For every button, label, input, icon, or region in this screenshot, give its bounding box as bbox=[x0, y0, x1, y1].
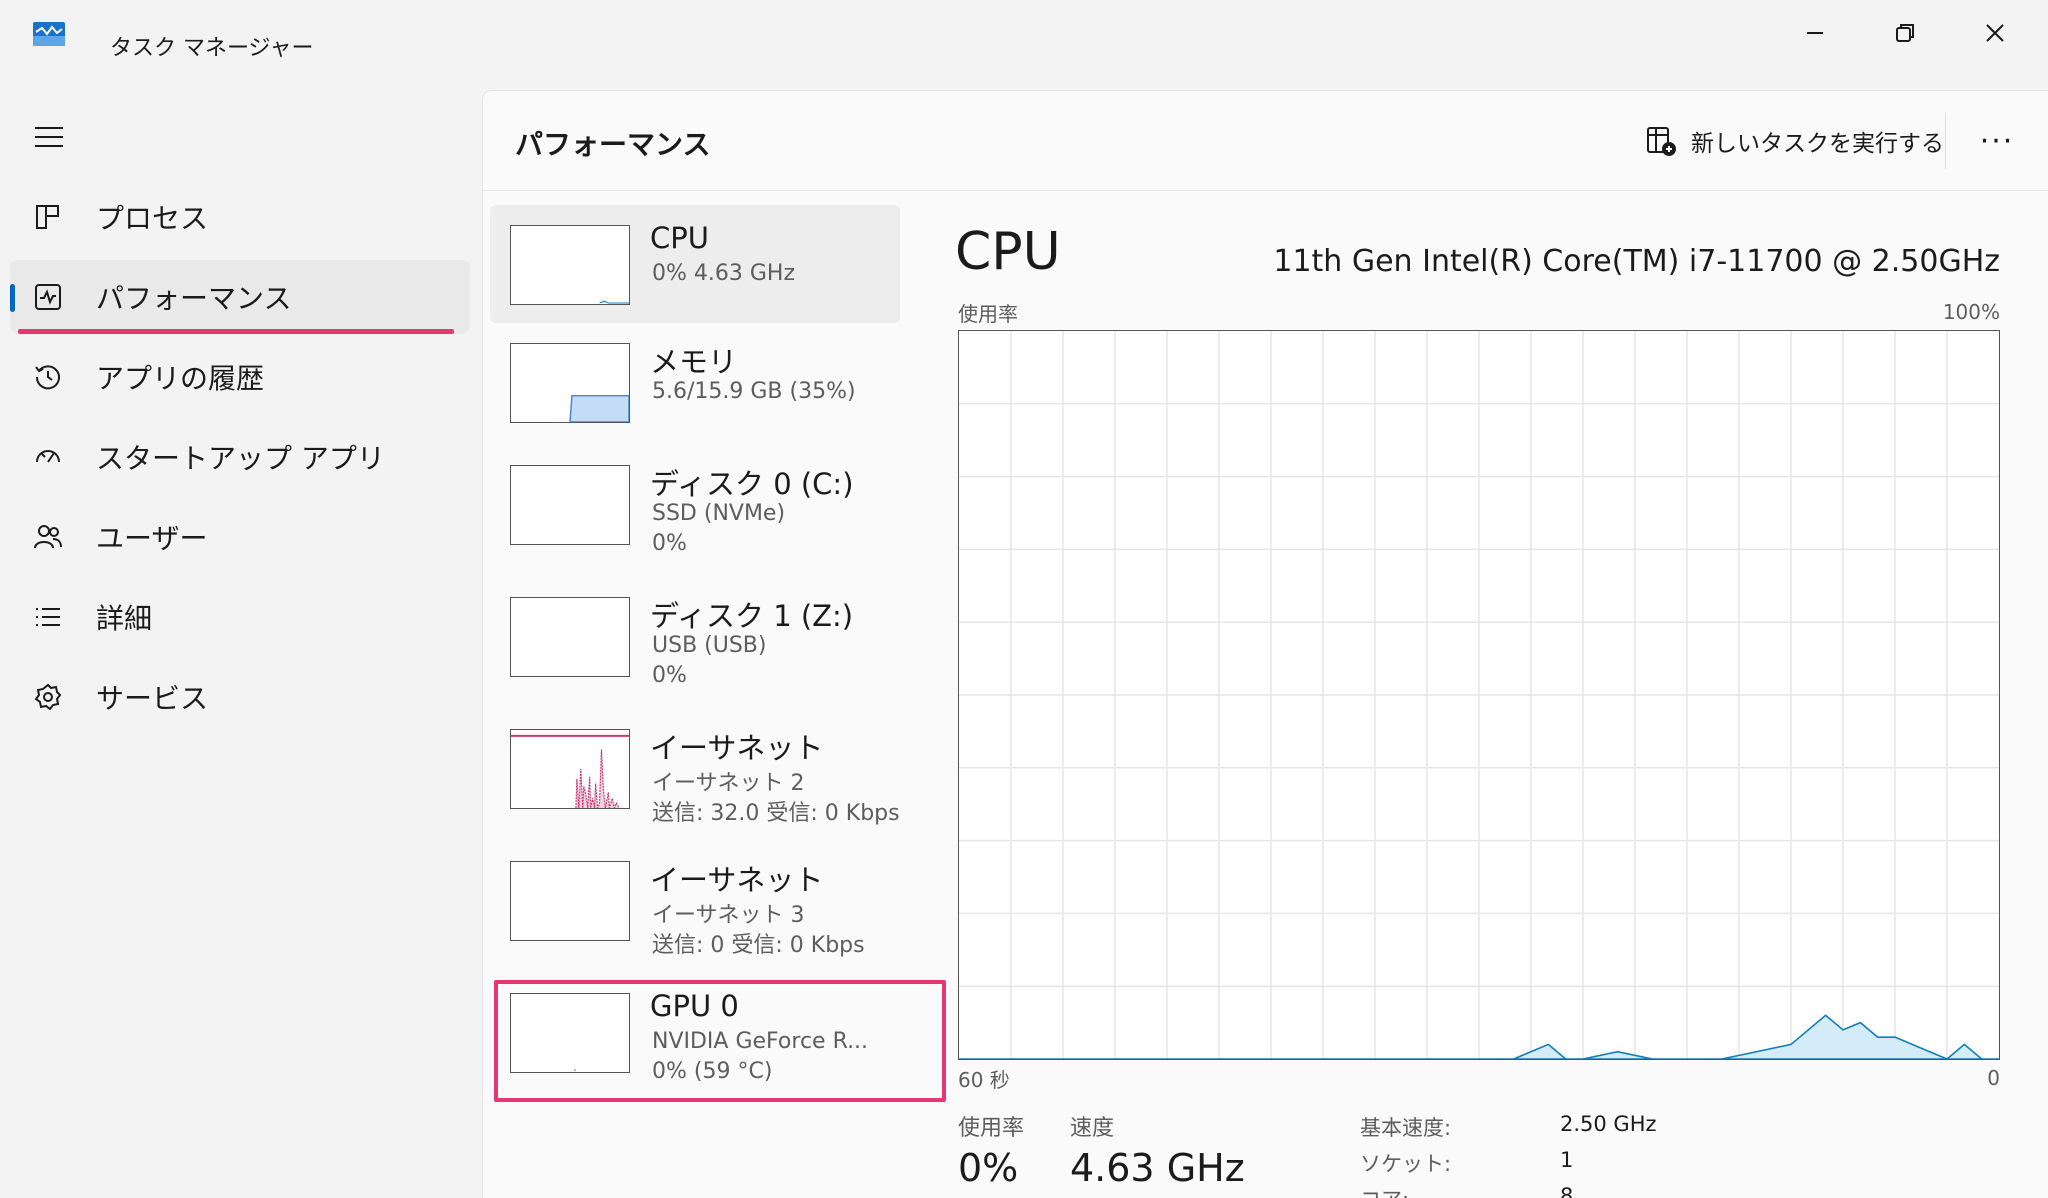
disk-0-thumbnail-graph bbox=[510, 465, 630, 545]
sidebar-item-services[interactable]: サービス bbox=[10, 660, 470, 734]
resource-item-memory[interactable]: メモリ 5.6/15.9 GB (35%) bbox=[490, 323, 900, 441]
base-speed-value: 2.50 GHz bbox=[1560, 1112, 1657, 1136]
menu-toggle-button[interactable] bbox=[28, 120, 70, 154]
main-header: パフォーマンス 新しいタスクを実行する ··· bbox=[483, 91, 2048, 191]
sockets-label: ソケット: bbox=[1360, 1152, 1452, 1176]
gpu-annotation-box bbox=[494, 980, 946, 1102]
resource-name: ディスク 0 (C:) bbox=[650, 467, 854, 501]
resource-item-ethernet-3[interactable]: イーサネット イーサネット 3 送信: 0 受信: 0 Kbps bbox=[490, 841, 900, 959]
resource-name: イーサネット bbox=[650, 863, 824, 897]
resource-detail: 送信: 0 受信: 0 Kbps bbox=[652, 933, 865, 958]
memory-thumbnail-graph bbox=[510, 343, 630, 423]
axis-label-time-end: 0 bbox=[1987, 1066, 2000, 1090]
performance-icon bbox=[30, 279, 66, 315]
sidebar-item-label: プロセス bbox=[96, 202, 209, 235]
sidebar-item-label: パフォーマンス bbox=[96, 282, 292, 315]
resource-detail: イーサネット 3 bbox=[652, 903, 805, 928]
processes-icon bbox=[30, 199, 66, 235]
resource-detail: 0% bbox=[652, 531, 687, 556]
more-options-icon: ··· bbox=[1979, 123, 2015, 159]
ethernet-2-thumbnail-graph bbox=[510, 729, 630, 809]
run-new-task-label: 新しいタスクを実行する bbox=[1691, 131, 1944, 157]
active-indicator bbox=[10, 284, 15, 312]
resource-item-disk-1[interactable]: ディスク 1 (Z:) USB (USB) 0% bbox=[490, 577, 900, 695]
axis-label-time-start: 60 秒 bbox=[958, 1068, 1010, 1092]
axis-label-usage: 使用率 bbox=[958, 302, 1018, 326]
resource-detail: 0% 4.63 GHz bbox=[652, 261, 796, 286]
restore-icon bbox=[1896, 24, 1914, 42]
run-new-task-button[interactable]: 新しいタスクを実行する bbox=[1645, 119, 1944, 163]
speed-label: 速度 bbox=[1070, 1116, 1115, 1141]
users-icon bbox=[30, 519, 66, 555]
resource-detail: 送信: 32.0 受信: 0 Kbps bbox=[652, 801, 900, 826]
resource-name: CPU bbox=[650, 221, 709, 255]
usage-label: 使用率 bbox=[958, 1116, 1025, 1141]
sidebar-item-startup-apps[interactable]: スタートアップ アプリ bbox=[10, 420, 470, 494]
sidebar-item-processes[interactable]: プロセス bbox=[10, 180, 470, 254]
page-title: パフォーマンス bbox=[515, 128, 711, 161]
new-task-icon bbox=[1647, 127, 1676, 156]
usage-value: 0% bbox=[958, 1146, 1019, 1190]
sidebar-nav: プロセス パフォーマンス アプリの履歴 スタートアップ アプリ ユーザー 詳細 bbox=[10, 180, 470, 740]
sidebar-item-label: スタートアップ アプリ bbox=[96, 442, 385, 475]
sidebar-item-label: サービス bbox=[96, 682, 209, 715]
resource-detail: イーサネット 2 bbox=[652, 771, 805, 796]
minimize-icon bbox=[1807, 32, 1823, 34]
annotation-underline bbox=[18, 329, 454, 334]
resource-detail: 0% bbox=[652, 663, 687, 688]
graph-grid bbox=[959, 331, 1999, 1059]
title-bar: タスク マネージャー bbox=[0, 0, 2048, 92]
resource-detail: USB (USB) bbox=[652, 633, 767, 658]
cpu-model-name: 11th Gen Intel(R) Core(TM) i7-11700 @ 2.… bbox=[1273, 244, 2000, 279]
base-speed-label: 基本速度: bbox=[1360, 1116, 1452, 1140]
sidebar-item-details[interactable]: 詳細 bbox=[10, 580, 470, 654]
resource-detail: SSD (NVMe) bbox=[652, 501, 786, 526]
cpu-usage-graph bbox=[958, 330, 2000, 1060]
resource-item-disk-0[interactable]: ディスク 0 (C:) SSD (NVMe) 0% bbox=[490, 445, 900, 563]
minimize-button[interactable] bbox=[1770, 8, 1860, 58]
sidebar-item-app-history[interactable]: アプリの履歴 bbox=[10, 340, 470, 414]
hamburger-icon bbox=[35, 127, 63, 147]
cores-value: 8 bbox=[1560, 1184, 1574, 1198]
sidebar-item-label: ユーザー bbox=[96, 522, 208, 555]
sidebar-item-performance[interactable]: パフォーマンス bbox=[10, 260, 470, 334]
header-divider bbox=[1945, 113, 1946, 169]
cpu-thumbnail-graph bbox=[510, 225, 630, 305]
task-manager-app-icon bbox=[33, 22, 65, 46]
resource-name: メモリ bbox=[650, 345, 738, 379]
detail-title: CPU bbox=[955, 222, 1061, 282]
details-icon bbox=[30, 599, 66, 635]
sidebar-item-label: 詳細 bbox=[96, 602, 153, 635]
axis-label-max: 100% bbox=[1942, 300, 2000, 324]
sidebar-item-users[interactable]: ユーザー bbox=[10, 500, 470, 574]
disk-1-thumbnail-graph bbox=[510, 597, 630, 677]
window-title: タスク マネージャー bbox=[110, 36, 314, 61]
sockets-value: 1 bbox=[1560, 1148, 1574, 1172]
resource-item-ethernet-2[interactable]: イーサネット イーサネット 2 送信: 32.0 受信: 0 Kbps bbox=[490, 709, 900, 827]
cores-label: コア: bbox=[1360, 1184, 1409, 1198]
resource-name: ディスク 1 (Z:) bbox=[650, 599, 854, 633]
close-button[interactable] bbox=[1950, 8, 2040, 58]
ethernet-3-thumbnail-graph bbox=[510, 861, 630, 941]
resource-name: イーサネット bbox=[650, 731, 824, 765]
sidebar-item-label: アプリの履歴 bbox=[96, 362, 265, 395]
maximize-button[interactable] bbox=[1860, 8, 1950, 58]
close-icon bbox=[1986, 24, 2004, 42]
history-icon bbox=[30, 359, 66, 395]
services-icon bbox=[30, 679, 66, 715]
resource-item-cpu[interactable]: CPU 0% 4.63 GHz bbox=[490, 205, 900, 323]
resource-detail: 5.6/15.9 GB (35%) bbox=[652, 379, 856, 404]
more-options-button[interactable]: ··· bbox=[1967, 117, 2027, 165]
speed-value: 4.63 GHz bbox=[1070, 1146, 1245, 1190]
startup-icon bbox=[30, 439, 66, 475]
